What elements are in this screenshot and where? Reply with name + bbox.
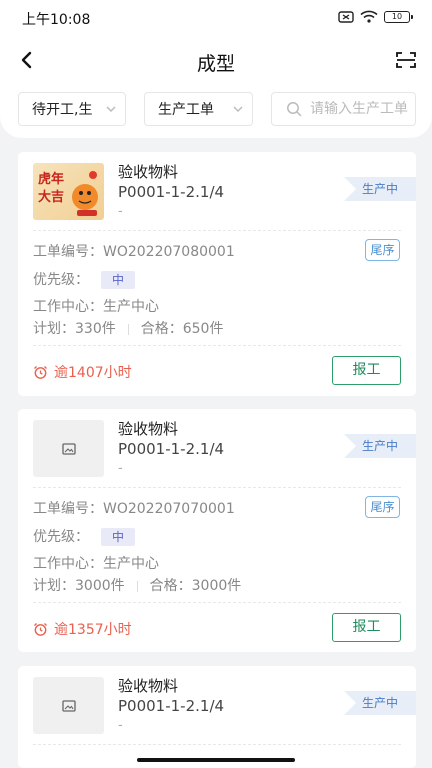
work-order-card[interactable]: 验收物料 P0001-1-2.1/4 - 生产中 — [18, 666, 416, 768]
wifi-icon — [360, 10, 378, 23]
work-center-row: 工作中心：生产中心 — [33, 296, 159, 316]
material-name: 验收物料 — [118, 420, 179, 438]
priority-label: 优先级： — [33, 529, 89, 545]
scan-icon — [396, 52, 416, 68]
work-order-card[interactable]: 虎年大吉 验收物料 P0001-1-2.1/4 - 生产中 工单编号：WO202… — [18, 152, 416, 396]
work-center-row: 工作中心：生产中心 — [33, 553, 159, 573]
status-time: 上午10:08 — [22, 12, 91, 28]
material-code: P0001-1-2.1/4 — [118, 440, 225, 458]
qualified-quantity: 合格：3000件 — [149, 578, 242, 594]
image-placeholder-icon — [61, 699, 76, 712]
poster-text: 虎年大吉 — [38, 172, 65, 205]
tail-process-badge: 尾序 — [365, 239, 400, 261]
priority-badge: 中 — [101, 271, 135, 289]
priority-label: 优先级： — [33, 272, 89, 288]
order-number-row: 工单编号：WO202207070001 — [33, 498, 235, 518]
material-spec: - — [118, 461, 123, 476]
status-badge: 生产中 — [344, 434, 416, 458]
material-spec: - — [118, 204, 123, 219]
sim-off-icon — [338, 10, 354, 23]
order-number-label: 工单编号： — [33, 501, 103, 517]
home-indicator[interactable] — [137, 758, 295, 762]
overdue-indicator: 逾1407小时 — [33, 362, 132, 382]
separator — [136, 580, 138, 592]
search-box — [271, 92, 416, 126]
overdue-text: 逾1407小时 — [54, 365, 132, 381]
work-center: 生产中心 — [103, 556, 159, 572]
divider — [33, 230, 401, 231]
status-badge: 生产中 — [344, 691, 416, 715]
separator — [127, 323, 129, 335]
work-center-label: 工作中心： — [33, 299, 103, 315]
status-badge: 生产中 — [344, 177, 416, 201]
order-number: WO202207080001 — [103, 244, 235, 260]
filter-bar: 待开工,生 生产工单 — [0, 86, 432, 138]
battery-icon: 10 — [384, 10, 413, 23]
material-code: P0001-1-2.1/4 — [118, 183, 225, 201]
priority-row: 优先级： 中 — [33, 526, 135, 546]
report-work-button[interactable]: 报工 — [332, 613, 401, 642]
search-input[interactable] — [310, 101, 410, 117]
order-number-row: 工单编号：WO202207080001 — [33, 241, 235, 261]
tail-process-badge: 尾序 — [365, 496, 400, 518]
work-order-card[interactable]: 验收物料 P0001-1-2.1/4 - 生产中 工单编号：WO20220707… — [18, 409, 416, 652]
order-number: WO202207070001 — [103, 501, 235, 517]
divider — [33, 602, 401, 603]
material-name: 验收物料 — [118, 163, 179, 181]
status-filter-value: 待开工,生 — [32, 102, 93, 118]
process-filter-value: 生产工单 — [158, 102, 214, 118]
overdue-text: 逾1357小时 — [54, 622, 132, 638]
quantity-row: 计划：3000件 合格：3000件 — [33, 575, 241, 595]
image-placeholder-icon — [61, 442, 76, 455]
material-image: 虎年大吉 — [33, 163, 104, 220]
priority-badge: 中 — [101, 528, 135, 546]
status-filter-select[interactable]: 待开工,生 — [18, 92, 126, 126]
priority-row: 优先级： 中 — [33, 269, 135, 289]
search-icon — [287, 102, 302, 117]
nav-bar: 成型 — [0, 34, 432, 86]
status-bar: 上午10:08 10 — [0, 0, 432, 34]
material-image — [33, 420, 104, 477]
divider — [33, 744, 401, 745]
material-spec: - — [118, 718, 123, 733]
chevron-down-icon — [106, 106, 116, 113]
chevron-down-icon — [233, 106, 243, 113]
alarm-clock-icon — [34, 622, 47, 636]
overdue-indicator: 逾1357小时 — [33, 619, 132, 639]
material-image — [33, 677, 104, 734]
alarm-clock-icon — [34, 365, 47, 379]
divider — [33, 487, 401, 488]
page-title: 成型 — [196, 53, 235, 75]
material-name: 验收物料 — [118, 677, 179, 695]
plan-quantity: 计划：330件 — [33, 321, 116, 337]
order-number-label: 工单编号： — [33, 244, 103, 260]
work-center-label: 工作中心： — [33, 556, 103, 572]
scan-button[interactable] — [394, 48, 418, 72]
quantity-row: 计划：330件 合格：650件 — [33, 318, 223, 338]
material-code: P0001-1-2.1/4 — [118, 697, 225, 715]
divider — [33, 345, 401, 346]
qualified-quantity: 合格：650件 — [140, 321, 224, 337]
report-work-button[interactable]: 报工 — [332, 356, 401, 385]
process-filter-select[interactable]: 生产工单 — [144, 92, 253, 126]
work-center: 生产中心 — [103, 299, 159, 315]
plan-quantity: 计划：3000件 — [33, 578, 125, 594]
status-icons: 10 — [338, 10, 413, 23]
